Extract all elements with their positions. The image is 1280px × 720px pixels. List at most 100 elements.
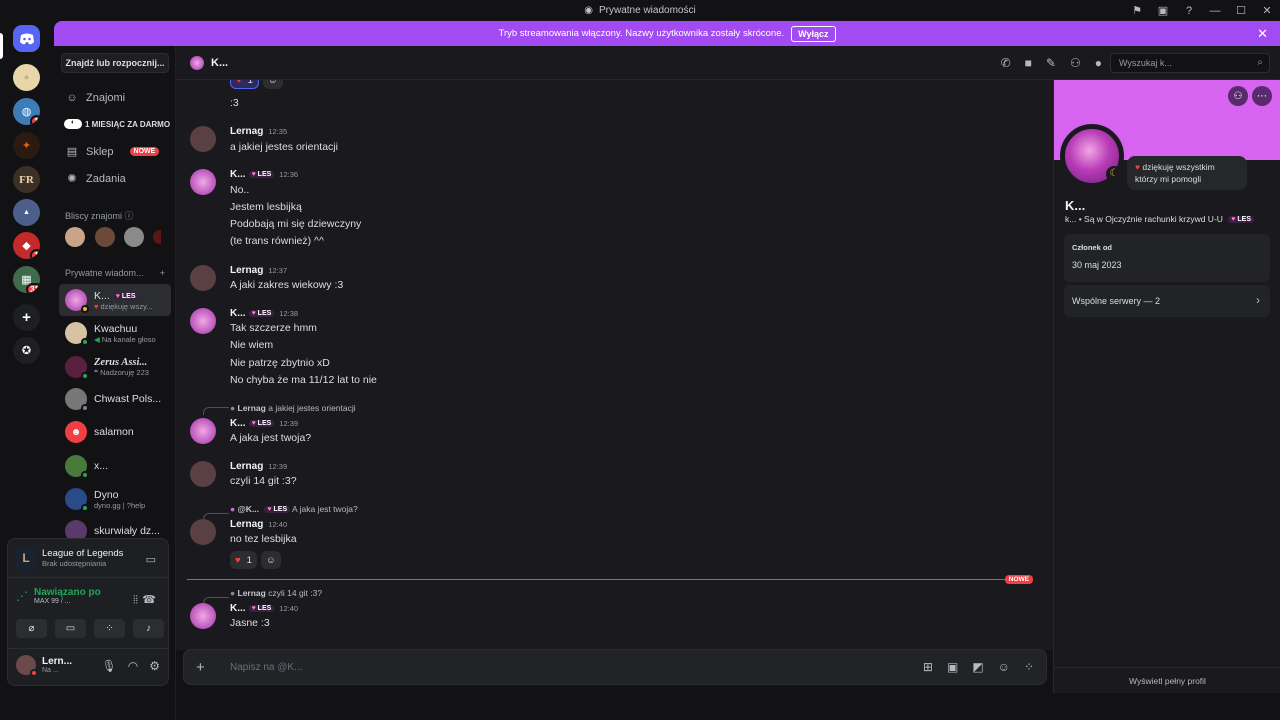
message-input[interactable]: Napisz na @K... bbox=[230, 662, 302, 673]
server-icon-6[interactable]: ◆ 1 bbox=[13, 232, 40, 259]
headphones-icon[interactable]: ◠ bbox=[128, 659, 138, 673]
close-friends-label: Bliscy znajomi ⓘ bbox=[65, 211, 134, 221]
profile-subline: k... • Są w Ojczyźnie rachunki krzywd U-… bbox=[1065, 214, 1255, 224]
reaction-heart[interactable]: ♥ 1 bbox=[230, 80, 259, 89]
add-reaction-button[interactable]: ☺ bbox=[262, 80, 283, 89]
avatar[interactable] bbox=[190, 169, 216, 195]
avatar bbox=[190, 55, 204, 70]
timestamp: 12:40 bbox=[279, 604, 299, 613]
voice-call-icon[interactable]: ✆ bbox=[1001, 56, 1011, 70]
soundboard-icon[interactable]: ♪ bbox=[133, 619, 164, 638]
nav-friends[interactable]: ☺ Znajomi bbox=[66, 92, 125, 104]
header-user[interactable]: K... bbox=[190, 55, 228, 70]
discord-small-icon: ◉ bbox=[584, 5, 593, 16]
dm-item[interactable]: ☻ salamon bbox=[59, 416, 171, 448]
microphone-icon[interactable]: 🎙︎ bbox=[102, 659, 117, 673]
author-name: Lernag bbox=[230, 519, 264, 530]
more-options-icon[interactable]: ⋯ bbox=[1252, 86, 1272, 106]
avatar[interactable] bbox=[190, 126, 216, 152]
server-icon-1[interactable]: ☼ bbox=[13, 64, 40, 91]
voice-connection[interactable]: ⋰ Nawiązano po MAX 99 / ... bbox=[16, 587, 101, 605]
share-screen-icon[interactable]: ▭ bbox=[146, 553, 156, 566]
help-icon[interactable]: ? bbox=[1176, 5, 1202, 17]
reply-preview[interactable]: ● Lernag a jakiej jestes orientacji bbox=[230, 403, 356, 413]
server-folder-icon[interactable]: ▦ 31 bbox=[13, 266, 40, 293]
server-icon-2[interactable]: ◍ 1 bbox=[13, 98, 40, 125]
gif-icon[interactable]: ▣ bbox=[947, 660, 958, 674]
activities-icon[interactable]: ⁘ bbox=[94, 619, 125, 638]
video-call-icon[interactable]: ■ bbox=[1025, 56, 1032, 70]
disable-streamer-button[interactable]: Wyłącz bbox=[791, 25, 836, 42]
nitro-icon: ◐ bbox=[64, 119, 82, 129]
avatar[interactable] bbox=[190, 519, 216, 545]
home-discord-icon[interactable] bbox=[13, 25, 40, 52]
nav-quests[interactable]: ✺ Zadania bbox=[66, 172, 125, 186]
quests-icon: ✺ bbox=[67, 173, 77, 185]
sticker-icon[interactable]: ◩ bbox=[972, 660, 983, 674]
server-icon-4[interactable]: FR bbox=[13, 166, 40, 193]
avatar bbox=[65, 388, 89, 412]
avatar[interactable] bbox=[190, 308, 216, 334]
current-user[interactable]: Lern... Na ... bbox=[16, 655, 72, 677]
close-friend-avatar[interactable] bbox=[95, 227, 115, 247]
close-friend-avatar[interactable] bbox=[65, 227, 85, 247]
message-composer: + Napisz na @K... ⊞ ▣ ◩ ☺ ⁘ bbox=[183, 649, 1047, 685]
message-text: :3 bbox=[230, 97, 239, 109]
dm-item[interactable]: Dyno dyno.gg | ?help bbox=[59, 483, 171, 515]
game-activity[interactable]: L League of Legends Brak udostępniania bbox=[16, 547, 123, 569]
inbox-flag-icon[interactable]: ⚑ bbox=[1124, 4, 1150, 17]
dm-item[interactable]: Kwachuu ◀ Na kanale głoso bbox=[59, 317, 171, 349]
nitro-promo[interactable]: ◐ 1 MIESIĄC ZA DARMO bbox=[64, 119, 170, 129]
user-profile-icon[interactable]: ● bbox=[1095, 56, 1102, 70]
apps-icon[interactable]: ⁘ bbox=[1024, 660, 1034, 674]
noise-suppression-icon[interactable]: ⦙⦙ bbox=[133, 594, 138, 607]
screen-share-icon[interactable]: ▭ bbox=[55, 619, 86, 638]
server-icon-5[interactable]: ▲ bbox=[13, 199, 40, 226]
view-full-profile-button[interactable]: Wyświetl pełny profil bbox=[1054, 667, 1280, 693]
add-server-icon[interactable]: + bbox=[13, 304, 40, 331]
find-conversation-button[interactable]: Znajdź lub rozpocznij... bbox=[61, 53, 169, 73]
maximize-icon[interactable]: ☐ bbox=[1228, 4, 1254, 17]
reply-preview[interactable]: ● @K... LES A jaka jest twoja? bbox=[230, 504, 358, 514]
dm-item[interactable]: K...LES♥ dziękuję wszy... bbox=[59, 284, 171, 316]
reply-preview[interactable]: ● Lernag czyli 14 git :3? bbox=[230, 588, 322, 598]
mutual-servers-card[interactable]: Wspólne serwery — 2 › bbox=[1064, 285, 1270, 317]
avatar[interactable] bbox=[190, 418, 216, 444]
emoji-icon[interactable]: ☺ bbox=[998, 660, 1010, 674]
nav-shop[interactable]: ▤ Sklep NOWE bbox=[66, 145, 160, 158]
add-reaction-button[interactable]: ☺ bbox=[260, 551, 281, 569]
timestamp: 12:39 bbox=[268, 462, 288, 471]
new-messages-divider: NOWE bbox=[187, 575, 1033, 584]
avatar[interactable] bbox=[190, 265, 216, 291]
screen-icon[interactable]: ▣ bbox=[1150, 4, 1176, 17]
dm-item[interactable]: x... bbox=[59, 450, 171, 482]
shop-new-badge: NOWE bbox=[129, 147, 160, 156]
add-friends-to-dm-icon[interactable]: ⚇ bbox=[1070, 56, 1081, 70]
close-friend-avatar[interactable] bbox=[153, 230, 161, 244]
gift-icon[interactable]: ⊞ bbox=[923, 660, 933, 674]
chevron-right-icon: › bbox=[1256, 293, 1260, 307]
dm-item[interactable]: Zerus Assi... ❝ Nadzoruję 223 bbox=[59, 351, 171, 383]
avatar[interactable] bbox=[190, 461, 216, 487]
search-input[interactable]: Wyszukaj k... ⌕ bbox=[1110, 53, 1270, 73]
add-friend-icon[interactable]: ⚇ bbox=[1228, 86, 1248, 106]
pinned-messages-icon[interactable]: ✎ bbox=[1046, 56, 1056, 70]
close-banner-icon[interactable]: ✕ bbox=[1257, 26, 1268, 42]
server-icon-3[interactable]: ✦ bbox=[13, 132, 40, 159]
upload-plus-icon[interactable]: + bbox=[196, 659, 205, 676]
message-text: A jaka jest twoja? bbox=[230, 432, 312, 444]
active-pill bbox=[0, 33, 3, 59]
video-off-icon[interactable]: ⌀ bbox=[16, 619, 47, 638]
disconnect-icon[interactable]: ☎ bbox=[142, 593, 156, 606]
close-friend-avatar[interactable] bbox=[124, 227, 144, 247]
avatar[interactable] bbox=[190, 603, 216, 629]
reaction-heart[interactable]: ♥ 1 bbox=[230, 551, 257, 569]
create-dm-plus-icon[interactable]: + bbox=[160, 268, 165, 278]
minimize-icon[interactable]: — bbox=[1202, 5, 1228, 17]
discover-compass-icon[interactable]: ✪ bbox=[13, 337, 40, 364]
close-window-icon[interactable]: ✕ bbox=[1254, 4, 1280, 17]
title-bar: ◉ Prywatne wiadomości ⚑ ▣ ? — ☐ ✕ bbox=[0, 0, 1280, 21]
dm-item[interactable]: Chwast Pols... bbox=[59, 383, 171, 415]
guild-tag: LES bbox=[248, 171, 275, 178]
settings-gear-icon[interactable]: ⚙ bbox=[149, 659, 160, 673]
